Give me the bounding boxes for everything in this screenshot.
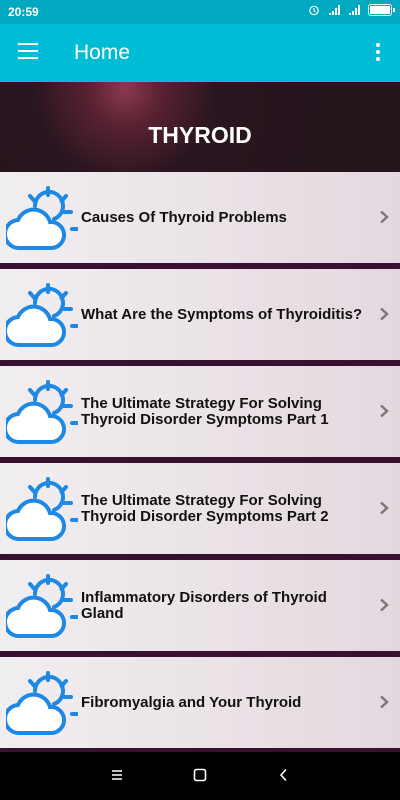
battery-icon <box>368 4 395 16</box>
hamburger-menu-icon[interactable] <box>18 43 38 59</box>
list-item[interactable]: The Ultimate Strategy For Solving Thyroi… <box>0 366 400 457</box>
list-item-title: Inflammatory Disorders of Thyroid Gland <box>81 588 327 622</box>
list-item[interactable]: What Are the Symptoms of Thyroiditis? <box>0 269 400 360</box>
list-item[interactable]: Fibromyalgia and Your Thyroid <box>0 657 400 748</box>
list-item[interactable]: The Ultimate Strategy For Solving Thyroi… <box>0 463 400 554</box>
recents-menu-icon[interactable] <box>110 768 124 782</box>
article-list: Causes Of Thyroid Problems What Are the S… <box>0 172 400 752</box>
list-item-title: What Are the Symptoms of Thyroiditis? <box>81 305 363 323</box>
list-item[interactable]: Inflammatory Disorders of Thyroid Gland <box>0 560 400 651</box>
sun-cloud-icon <box>2 572 80 642</box>
status-icons <box>308 4 395 16</box>
chevron-right-icon <box>378 501 390 515</box>
back-chevron-icon[interactable] <box>277 768 291 782</box>
alarm-icon <box>309 5 319 16</box>
battery-fill <box>370 6 390 14</box>
sun-cloud-icon <box>2 669 80 739</box>
chevron-right-icon <box>378 695 390 709</box>
list-item-title: Causes Of Thyroid Problems <box>81 208 287 226</box>
more-vert-icon[interactable] <box>376 43 380 64</box>
header-banner: THYROID <box>0 82 400 172</box>
home-square-icon[interactable] <box>193 768 207 782</box>
list-item-title: The Ultimate Strategy For Solving Thyroi… <box>81 491 329 525</box>
list-item-title: The Ultimate Strategy For Solving Thyroi… <box>81 394 329 428</box>
app-bar-title: Home <box>74 41 131 64</box>
sun-cloud-icon <box>2 378 80 448</box>
chevron-right-icon <box>378 598 390 612</box>
signal-icon <box>329 5 340 15</box>
chevron-right-icon <box>378 210 390 224</box>
system-nav-bar <box>0 752 400 800</box>
list-item[interactable]: Causes Of Thyroid Problems <box>0 172 400 263</box>
status-time: 20:59 <box>8 5 39 19</box>
app-bar: Home <box>0 24 400 82</box>
sun-cloud-icon <box>2 475 80 545</box>
chevron-right-icon <box>378 307 390 321</box>
sun-cloud-icon <box>2 184 80 254</box>
chevron-right-icon <box>378 404 390 418</box>
sun-cloud-icon <box>2 281 80 351</box>
banner-heading: THYROID <box>148 122 252 148</box>
signal-icon <box>349 5 360 15</box>
list-item-title: Fibromyalgia and Your Thyroid <box>81 693 302 711</box>
status-bar: 20:59 <box>0 0 400 24</box>
